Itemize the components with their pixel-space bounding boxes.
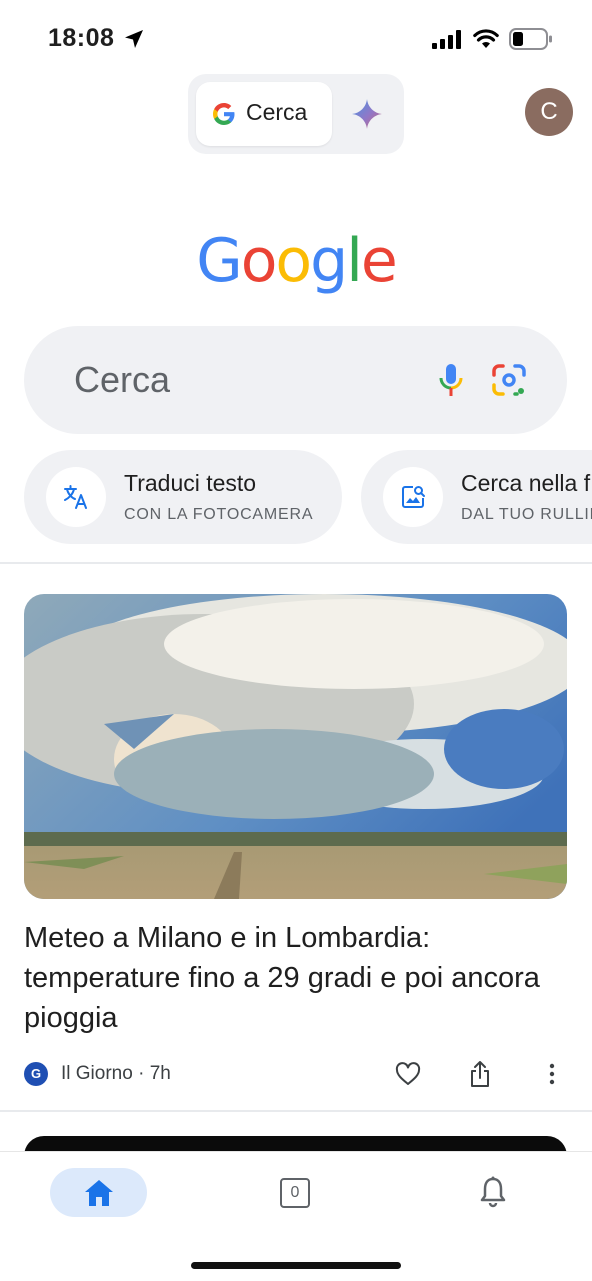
account-avatar[interactable]: C (525, 88, 573, 136)
storm-clouds-photo (24, 594, 567, 899)
gemini-sparkle-icon[interactable] (352, 99, 382, 129)
source-logo: G (24, 1062, 48, 1086)
google-lens-icon[interactable] (491, 363, 527, 397)
card-divider (0, 1110, 592, 1112)
search-mode-toggle: Cerca (188, 74, 404, 154)
bell-icon[interactable] (478, 1176, 508, 1208)
search-bar[interactable]: Cerca (24, 326, 567, 434)
status-bar: 18:08 (0, 0, 592, 78)
google-logo: Google (0, 226, 592, 296)
google-g-icon (213, 103, 235, 125)
search-mode-button[interactable]: Cerca (196, 82, 332, 146)
logo-letter-g: G (196, 226, 242, 296)
nav-tabs-button[interactable]: 0 (280, 1178, 310, 1208)
image-search-icon (402, 486, 425, 508)
nav-home-button[interactable] (50, 1168, 147, 1217)
translate-text-chip[interactable]: Traduci testo CON LA FOTOCAMERA (24, 450, 342, 544)
search-image-chip[interactable]: Cerca nella f DAL TUO RULLIN (361, 450, 592, 544)
heart-icon[interactable] (395, 1062, 421, 1086)
search-mode-label: Cerca (246, 99, 308, 125)
chip-subtitle: DAL TUO RULLIN (461, 506, 592, 523)
logo-letter-l: l (346, 226, 363, 296)
logo-letter-g2: g (310, 226, 348, 296)
news-card-title[interactable]: Meteo a Milano e in Lombardia: temperatu… (24, 918, 564, 1038)
share-icon[interactable] (469, 1060, 491, 1088)
logo-letter-o1: o (240, 226, 278, 296)
news-card-image[interactable] (24, 594, 567, 899)
more-vert-icon[interactable] (548, 1063, 556, 1085)
location-arrow-icon (125, 30, 143, 48)
home-indicator (191, 1262, 401, 1269)
translate-icon (64, 485, 87, 509)
chip-title: Cerca nella f (461, 470, 591, 496)
cellular-signal-icon (432, 30, 461, 49)
battery-icon (509, 28, 552, 50)
chip-title: Traduci testo (124, 470, 257, 496)
home-icon (85, 1180, 113, 1206)
logo-letter-o2: o (275, 226, 312, 296)
status-time: 18:08 (48, 24, 115, 52)
microphone-icon[interactable] (436, 362, 466, 398)
chip-subtitle: CON LA FOTOCAMERA (124, 506, 314, 523)
news-source: Il Giorno · 7h (61, 1063, 171, 1084)
feed-divider (0, 562, 592, 564)
wifi-icon (473, 29, 499, 48)
logo-letter-e: e (360, 226, 398, 296)
search-input[interactable]: Cerca (74, 359, 170, 401)
